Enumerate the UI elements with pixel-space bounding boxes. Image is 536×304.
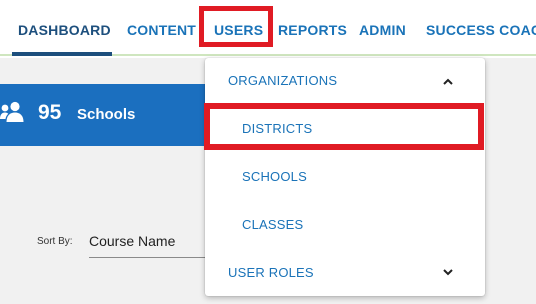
menu-user-roles[interactable]: USER ROLES: [228, 265, 314, 280]
menu-organizations[interactable]: ORGANIZATIONS: [228, 73, 337, 88]
users-highlight-box: [199, 6, 273, 47]
chevron-up-icon[interactable]: [442, 75, 454, 87]
menu-schools[interactable]: SCHOOLS: [242, 169, 307, 184]
nav-dashboard[interactable]: DASHBOARD: [18, 22, 111, 38]
schools-count: 95: [38, 101, 62, 124]
active-tab-indicator: [12, 52, 112, 56]
sort-by-label: Sort By:: [37, 236, 73, 247]
users-dropdown-menu: ORGANIZATIONS DISTRICTS SCHOOLS CLASSES …: [205, 58, 485, 296]
schools-label: Schools: [77, 106, 136, 123]
sort-by-select[interactable]: Course Name: [89, 233, 175, 249]
nav-reports[interactable]: REPORTS: [278, 22, 347, 38]
sort-by-underline: [89, 257, 205, 258]
nav-content[interactable]: CONTENT: [127, 22, 196, 38]
nav-success-coach[interactable]: SUCCESS COACH: [426, 22, 536, 38]
nav-admin[interactable]: ADMIN: [359, 22, 406, 38]
people-icon: [0, 101, 24, 128]
chevron-down-icon[interactable]: [442, 265, 454, 277]
districts-highlight-box: [204, 103, 484, 150]
menu-classes[interactable]: CLASSES: [242, 217, 303, 232]
